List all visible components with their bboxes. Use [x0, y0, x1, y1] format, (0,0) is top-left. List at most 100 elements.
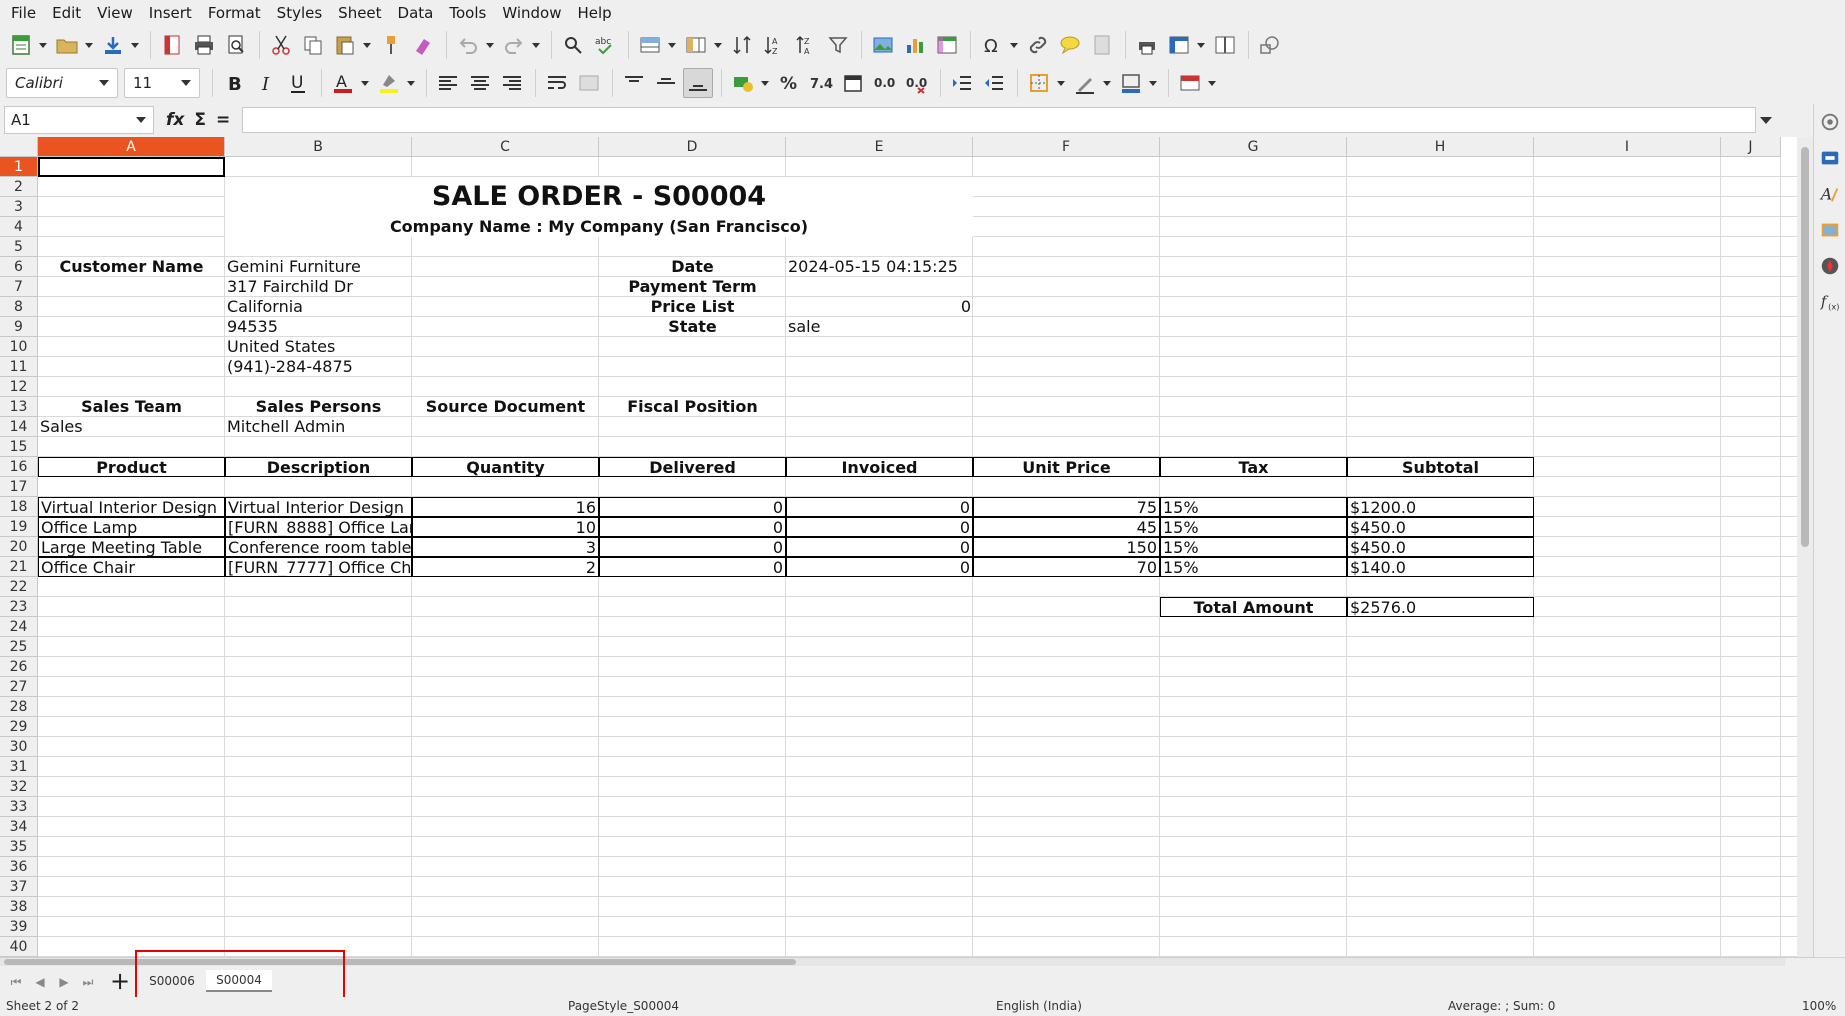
- sales-persons-value[interactable]: Mitchell Admin: [225, 417, 412, 437]
- line-cell[interactable]: 3: [412, 537, 599, 557]
- percent-format-icon[interactable]: %: [774, 68, 804, 98]
- gallery-icon[interactable]: [1814, 212, 1845, 248]
- line-header[interactable]: Description: [225, 457, 412, 477]
- chevron-down-icon[interactable]: [91, 69, 117, 97]
- line-header[interactable]: Delivered: [599, 457, 786, 477]
- freeze-dropdown[interactable]: [1196, 30, 1206, 60]
- line-header[interactable]: Product: [38, 457, 225, 477]
- name-box[interactable]: A1: [4, 106, 154, 134]
- customer-line[interactable]: 317 Fairchild Dr: [225, 277, 412, 297]
- line-cell[interactable]: 0: [786, 517, 973, 537]
- chevron-down-icon[interactable]: [173, 69, 199, 97]
- bold-icon[interactable]: B: [219, 68, 249, 98]
- row-header-25[interactable]: 25: [0, 637, 38, 657]
- line-cell[interactable]: 16: [412, 497, 599, 517]
- row-header-19[interactable]: 19: [0, 517, 38, 537]
- menu-view[interactable]: View: [89, 0, 141, 26]
- line-cell[interactable]: 15%: [1160, 537, 1347, 557]
- currency-dropdown[interactable]: [760, 68, 770, 98]
- paste-icon[interactable]: [330, 30, 360, 60]
- column-header-h[interactable]: H: [1347, 137, 1534, 157]
- column-header-c[interactable]: C: [412, 137, 599, 157]
- line-cell[interactable]: $140.0: [1347, 557, 1534, 577]
- line-cell[interactable]: Office Lamp: [38, 517, 225, 537]
- print-icon[interactable]: [189, 30, 219, 60]
- font-name-box[interactable]: Calibri: [6, 68, 118, 98]
- row-header-29[interactable]: 29: [0, 717, 38, 737]
- line-cell[interactable]: 0: [786, 497, 973, 517]
- row-header-40[interactable]: 40: [0, 937, 38, 957]
- undo-icon[interactable]: [453, 30, 483, 60]
- line-header[interactable]: Unit Price: [973, 457, 1160, 477]
- decrease-indent-icon[interactable]: [979, 68, 1009, 98]
- menu-file[interactable]: File: [3, 0, 44, 26]
- column-icon[interactable]: [681, 30, 711, 60]
- redo-icon[interactable]: [499, 30, 529, 60]
- font-color-icon[interactable]: A: [328, 68, 358, 98]
- border-color-icon[interactable]: [1116, 68, 1146, 98]
- row-header-22[interactable]: 22: [0, 577, 38, 597]
- sort-ascending-icon[interactable]: AZ: [759, 30, 789, 60]
- sales-team-label[interactable]: Sales Team: [38, 397, 225, 417]
- menu-styles[interactable]: Styles: [269, 0, 331, 26]
- zoom-level[interactable]: 100%: [1802, 999, 1836, 1013]
- row-header-1[interactable]: 1: [0, 157, 38, 177]
- border-style-icon[interactable]: [1070, 68, 1100, 98]
- row-header-35[interactable]: 35: [0, 837, 38, 857]
- customer-line[interactable]: Gemini Furniture: [225, 257, 412, 277]
- source-document-label[interactable]: Source Document: [412, 397, 599, 417]
- conditional-format-dropdown[interactable]: [1207, 68, 1217, 98]
- paste-dropdown[interactable]: [362, 30, 372, 60]
- date-value[interactable]: 2024-05-15 04:15:25: [786, 257, 973, 277]
- previous-sheet-icon[interactable]: ◀: [30, 972, 50, 992]
- menu-edit[interactable]: Edit: [44, 0, 89, 26]
- highlight-color-dropdown[interactable]: [406, 68, 416, 98]
- clone-formatting-icon[interactable]: [376, 30, 406, 60]
- row-header-10[interactable]: 10: [0, 337, 38, 357]
- autofilter-icon[interactable]: [823, 30, 853, 60]
- save-icon[interactable]: [98, 30, 128, 60]
- menu-tools[interactable]: Tools: [441, 0, 494, 26]
- company-name[interactable]: Company Name : My Company (San Francisco…: [225, 217, 973, 237]
- row-header-36[interactable]: 36: [0, 857, 38, 877]
- price-list-value[interactable]: 0: [786, 297, 973, 317]
- spellcheck-icon[interactable]: abc: [590, 30, 620, 60]
- row-header-16[interactable]: 16: [0, 457, 38, 477]
- price-list-label[interactable]: Price List: [599, 297, 786, 317]
- sales-persons-label[interactable]: Sales Persons: [225, 397, 412, 417]
- row-header-33[interactable]: 33: [0, 797, 38, 817]
- row-header-12[interactable]: 12: [0, 377, 38, 397]
- row-header-23[interactable]: 23: [0, 597, 38, 617]
- row-header-14[interactable]: 14: [0, 417, 38, 437]
- freeze-rows-columns-icon[interactable]: [1164, 30, 1194, 60]
- row-header-7[interactable]: 7: [0, 277, 38, 297]
- page-style[interactable]: PageStyle_S00004: [568, 999, 679, 1013]
- styles-icon[interactable]: [1814, 140, 1845, 176]
- line-cell[interactable]: Office Chair: [38, 557, 225, 577]
- pivot-table-icon[interactable]: [932, 30, 962, 60]
- borders-dropdown[interactable]: [1056, 68, 1066, 98]
- text-style-icon[interactable]: A: [1814, 176, 1845, 212]
- customer-line[interactable]: (941)-284-4875: [225, 357, 412, 377]
- payment-term-label[interactable]: Payment Term: [599, 277, 786, 297]
- expand-formula-icon[interactable]: [1756, 107, 1776, 133]
- new-document-icon[interactable]: [6, 30, 36, 60]
- copy-icon[interactable]: [298, 30, 328, 60]
- redo-dropdown[interactable]: [531, 30, 541, 60]
- date-label[interactable]: Date: [599, 257, 786, 277]
- special-character-icon[interactable]: Ω: [977, 30, 1007, 60]
- menu-window[interactable]: Window: [494, 0, 569, 26]
- line-header[interactable]: Tax: [1160, 457, 1347, 477]
- number-format-icon[interactable]: 7.4: [806, 68, 836, 98]
- hyperlink-icon[interactable]: [1023, 30, 1053, 60]
- align-right-icon[interactable]: [497, 68, 527, 98]
- sort-descending-icon[interactable]: ZA: [791, 30, 821, 60]
- select-all-corner[interactable]: [0, 137, 38, 157]
- border-style-dropdown[interactable]: [1102, 68, 1112, 98]
- customer-name-label[interactable]: Customer Name: [38, 257, 225, 277]
- line-cell[interactable]: $450.0: [1347, 517, 1534, 537]
- last-sheet-icon[interactable]: ⏭: [78, 972, 98, 992]
- fiscal-position-label[interactable]: Fiscal Position: [599, 397, 786, 417]
- row-header-13[interactable]: 13: [0, 397, 38, 417]
- column-header-a[interactable]: A: [38, 137, 225, 157]
